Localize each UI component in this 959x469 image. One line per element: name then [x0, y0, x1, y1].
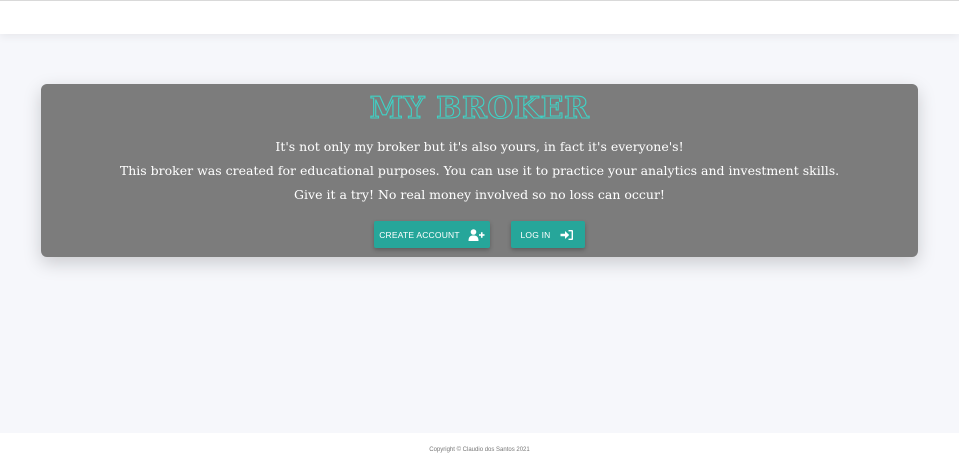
hero-description: This broker was created for educational … [119, 163, 840, 178]
hero-call-to-action-text: Give it a try! No real money involved so… [294, 187, 665, 202]
top-navbar [0, 0, 959, 34]
create-account-label: CREATE ACCOUNT [379, 229, 460, 240]
hero-tagline: It's not only my broker but it's also yo… [275, 139, 684, 154]
user-plus-icon [468, 228, 485, 241]
log-in-button[interactable]: LOG IN [511, 221, 585, 248]
copyright-text: Copyright © Claudio dos Santos 2021 [429, 447, 530, 453]
hero-panel: MY BROKER It's not only my broker but it… [41, 84, 918, 257]
hero-title: MY BROKER [369, 90, 590, 126]
log-in-label: LOG IN [520, 229, 551, 240]
create-account-button[interactable]: CREATE ACCOUNT [374, 221, 490, 248]
footer: Copyright © Claudio dos Santos 2021 [0, 433, 959, 469]
sign-in-icon [559, 228, 576, 241]
